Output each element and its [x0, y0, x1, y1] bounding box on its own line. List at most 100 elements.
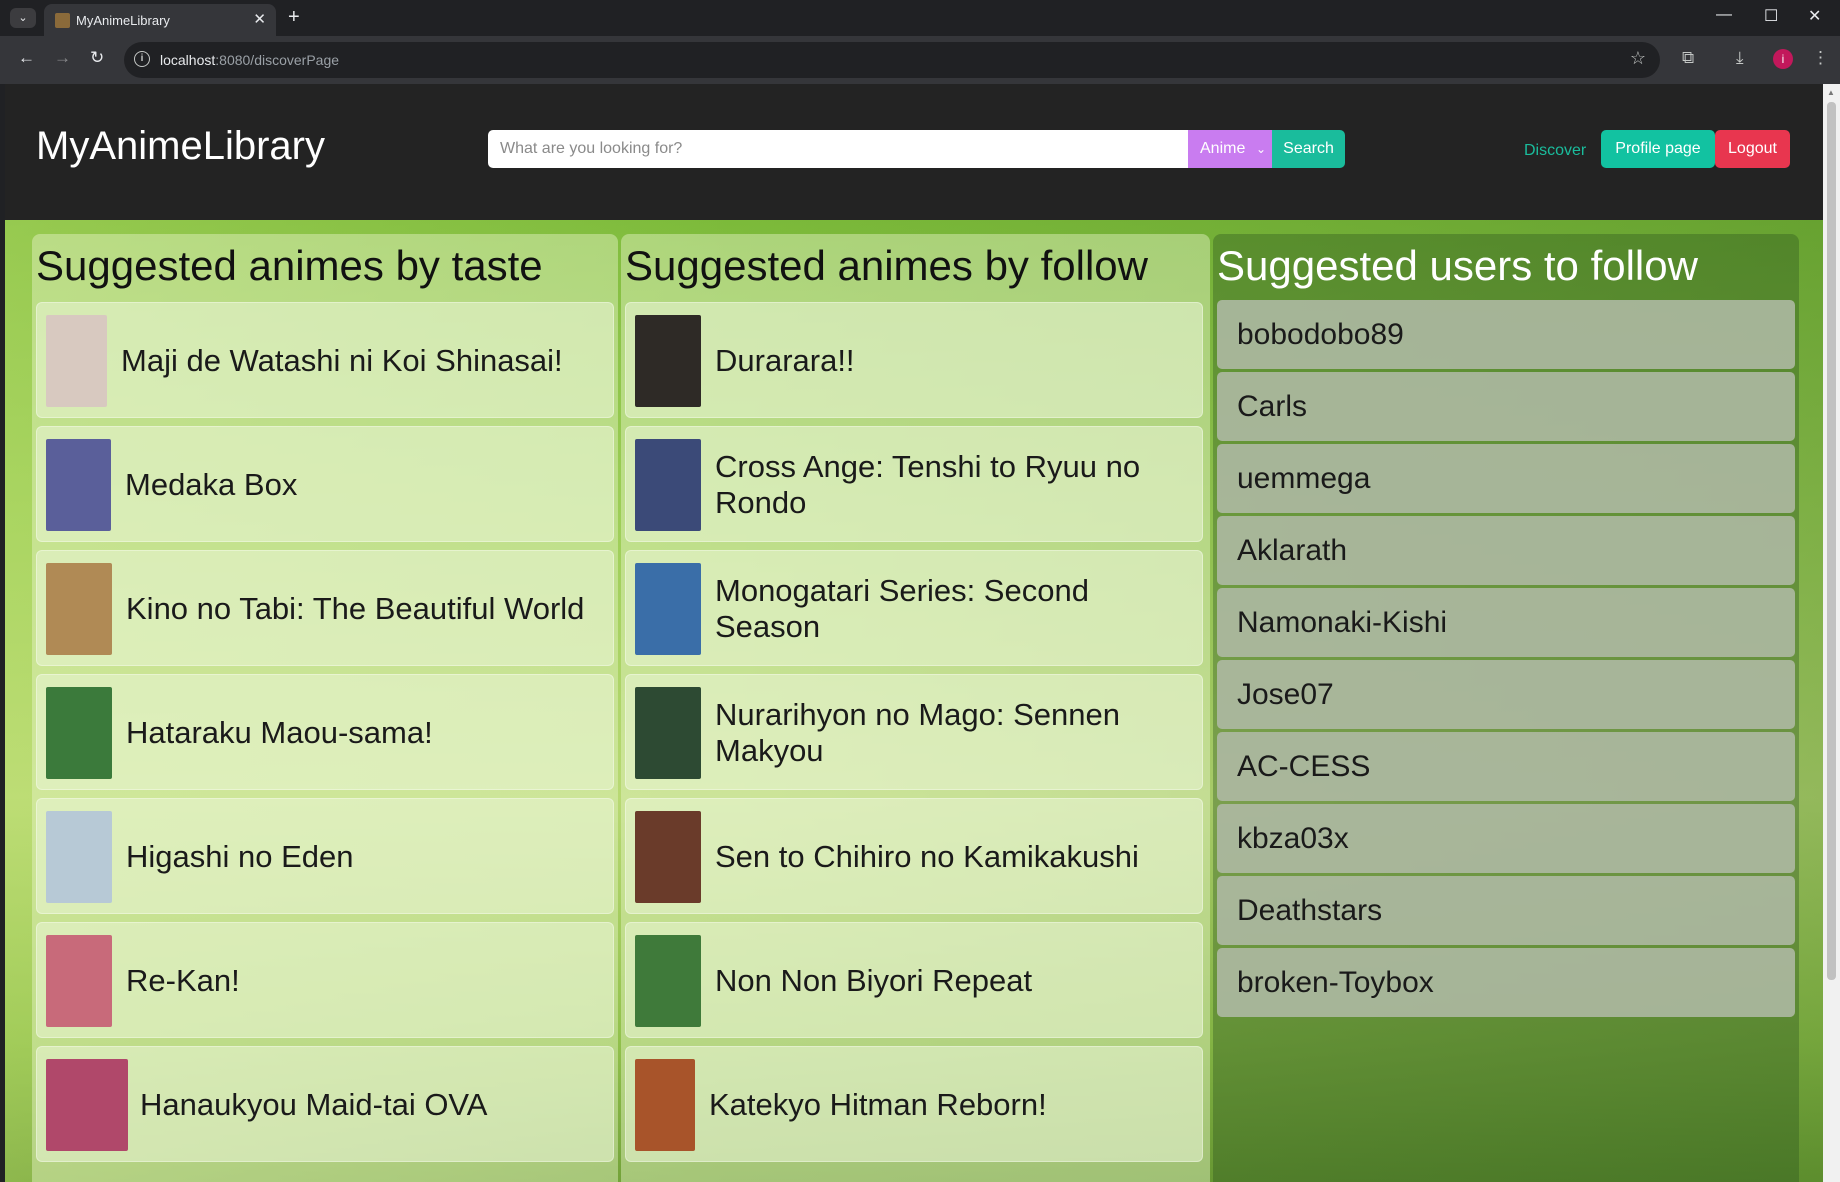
anime-title: Durarara!!: [715, 343, 855, 378]
anime-poster: [635, 935, 701, 1027]
anime-card[interactable]: Cross Ange: Tenshi to Ryuu no Rondo: [625, 426, 1203, 542]
suggested-users-panel: Suggested users to follow bobodobo89 Car…: [1213, 234, 1799, 1182]
downloads-icon[interactable]: ⤓: [1736, 48, 1744, 68]
anime-title: Medaka Box: [125, 467, 298, 502]
anime-poster: [46, 811, 112, 903]
anime-title: Cross Ange: Tenshi to Ryuu no Rondo: [715, 449, 1141, 520]
suggested-by-follow-panel: Suggested animes by follow Durarara!! Cr…: [621, 234, 1210, 1182]
favicon-icon: [55, 13, 70, 28]
user-card[interactable]: broken-Toybox: [1217, 948, 1795, 1017]
address-bar[interactable]: i localhost:8080/discoverPage ☆: [124, 42, 1660, 78]
username: bobodobo89: [1237, 318, 1404, 351]
scroll-up-icon[interactable]: ▲: [1827, 88, 1835, 97]
anime-title: Maji de Watashi ni Koi Shinasai!: [121, 343, 563, 378]
browser-tab-strip: ⌄ MyAnimeLibrary ✕ + — ☐ ✕: [0, 0, 1840, 36]
anime-card[interactable]: Katekyo Hitman Reborn!: [625, 1046, 1203, 1162]
username: Aklarath: [1237, 534, 1348, 567]
bookmark-star-icon[interactable]: ☆: [1630, 48, 1646, 69]
anime-poster: [46, 935, 112, 1027]
chevron-down-icon: ⌄: [1255, 142, 1266, 156]
user-card[interactable]: uemmega: [1217, 444, 1795, 513]
panel-title: Suggested animes by follow: [625, 242, 1148, 289]
anime-poster: [635, 687, 701, 779]
anime-card[interactable]: Monogatari Series: Second Season: [625, 550, 1203, 666]
username: Carls: [1237, 390, 1308, 423]
username: Namonaki-Kishi: [1237, 606, 1448, 639]
anime-poster: [46, 563, 112, 655]
anime-title: Re-Kan!: [126, 963, 240, 998]
anime-card[interactable]: Kino no Tabi: The Beautiful World: [36, 550, 614, 666]
anime-title: Monogatari Series: Second Season: [715, 573, 1089, 644]
username: Jose07: [1237, 678, 1334, 711]
profile-avatar[interactable]: i: [1773, 49, 1793, 69]
username: Deathstars: [1237, 894, 1383, 927]
nav-discover-link[interactable]: Discover: [1524, 142, 1586, 160]
anime-poster: [46, 315, 107, 407]
back-icon[interactable]: ←: [18, 48, 35, 68]
anime-title: Sen to Chihiro no Kamikakushi: [715, 839, 1139, 874]
scrollbar-thumb[interactable]: [1827, 102, 1836, 980]
logout-button[interactable]: Logout: [1715, 130, 1790, 168]
new-tab-icon[interactable]: +: [288, 6, 300, 29]
browser-toolbar: ← → ↻ i localhost:8080/discoverPage ☆ ⧉ …: [0, 36, 1840, 84]
panel-title: Suggested animes by taste: [36, 242, 543, 289]
anime-card[interactable]: Re-Kan!: [36, 922, 614, 1038]
extensions-icon[interactable]: ⧉: [1682, 48, 1694, 68]
url-text: localhost:8080/discoverPage: [160, 52, 340, 68]
anime-card[interactable]: Hanaukyou Maid-tai OVA: [36, 1046, 614, 1162]
username: AC-CESS: [1237, 750, 1371, 783]
anime-title: Hataraku Maou-sama!: [126, 715, 433, 750]
close-tab-icon[interactable]: ✕: [253, 10, 266, 28]
anime-poster: [46, 439, 111, 531]
reload-icon[interactable]: ↻: [90, 48, 104, 68]
maximize-icon[interactable]: ☐: [1764, 6, 1778, 26]
anime-poster: [635, 563, 701, 655]
profile-page-button[interactable]: Profile page: [1601, 130, 1715, 168]
anime-title: Non Non Biyori Repeat: [715, 963, 1033, 998]
anime-title: Kino no Tabi: The Beautiful World: [126, 591, 585, 626]
anime-poster: [46, 687, 112, 779]
username: kbza03x: [1237, 822, 1349, 855]
anime-card[interactable]: Medaka Box: [36, 426, 614, 542]
minimize-icon[interactable]: —: [1716, 6, 1732, 24]
panel-title: Suggested users to follow: [1217, 242, 1698, 289]
anime-poster: [635, 811, 701, 903]
tab-search-button[interactable]: ⌄: [10, 8, 36, 28]
anime-card[interactable]: Sen to Chihiro no Kamikakushi: [625, 798, 1203, 914]
tab-title: MyAnimeLibrary: [76, 13, 170, 28]
user-card[interactable]: kbza03x: [1217, 804, 1795, 873]
user-card[interactable]: bobodobo89: [1217, 300, 1795, 369]
user-card[interactable]: Deathstars: [1217, 876, 1795, 945]
suggested-by-taste-panel: Suggested animes by taste Maji de Watash…: [32, 234, 618, 1182]
site-info-icon[interactable]: i: [134, 51, 150, 67]
user-card[interactable]: Jose07: [1217, 660, 1795, 729]
user-card[interactable]: AC-CESS: [1217, 732, 1795, 801]
page-scrollbar[interactable]: ▲: [1823, 84, 1840, 1182]
anime-title: Katekyo Hitman Reborn!: [709, 1087, 1047, 1122]
anime-title: Hanaukyou Maid-tai OVA: [140, 1087, 488, 1122]
username: broken-Toybox: [1237, 966, 1434, 999]
user-card[interactable]: Namonaki-Kishi: [1217, 588, 1795, 657]
anime-card[interactable]: Higashi no Eden: [36, 798, 614, 914]
anime-poster: [635, 315, 701, 407]
forward-icon[interactable]: →: [54, 48, 71, 68]
page-viewport: MyAnimeLibrary Anime ⌄ Search Discover P…: [5, 84, 1823, 1182]
user-card[interactable]: Aklarath: [1217, 516, 1795, 585]
site-logo[interactable]: MyAnimeLibrary: [36, 124, 325, 169]
search-type-value: Anime: [1200, 140, 1246, 157]
anime-card[interactable]: Non Non Biyori Repeat: [625, 922, 1203, 1038]
search-input[interactable]: [488, 130, 1188, 168]
user-card[interactable]: Carls: [1217, 372, 1795, 441]
anime-card[interactable]: Maji de Watashi ni Koi Shinasai!: [36, 302, 614, 418]
search-button[interactable]: Search: [1272, 130, 1345, 168]
window-close-icon[interactable]: ✕: [1808, 6, 1821, 26]
anime-poster: [635, 439, 701, 531]
anime-card[interactable]: Hataraku Maou-sama!: [36, 674, 614, 790]
site-header: MyAnimeLibrary Anime ⌄ Search Discover P…: [5, 84, 1823, 220]
browser-menu-icon[interactable]: ⋮: [1812, 48, 1829, 68]
browser-tab[interactable]: MyAnimeLibrary ✕: [44, 4, 276, 36]
anime-card[interactable]: Nurarihyon no Mago: Sennen Makyou: [625, 674, 1203, 790]
anime-poster: [46, 1059, 128, 1151]
search-type-select[interactable]: Anime ⌄: [1188, 130, 1272, 168]
anime-card[interactable]: Durarara!!: [625, 302, 1203, 418]
